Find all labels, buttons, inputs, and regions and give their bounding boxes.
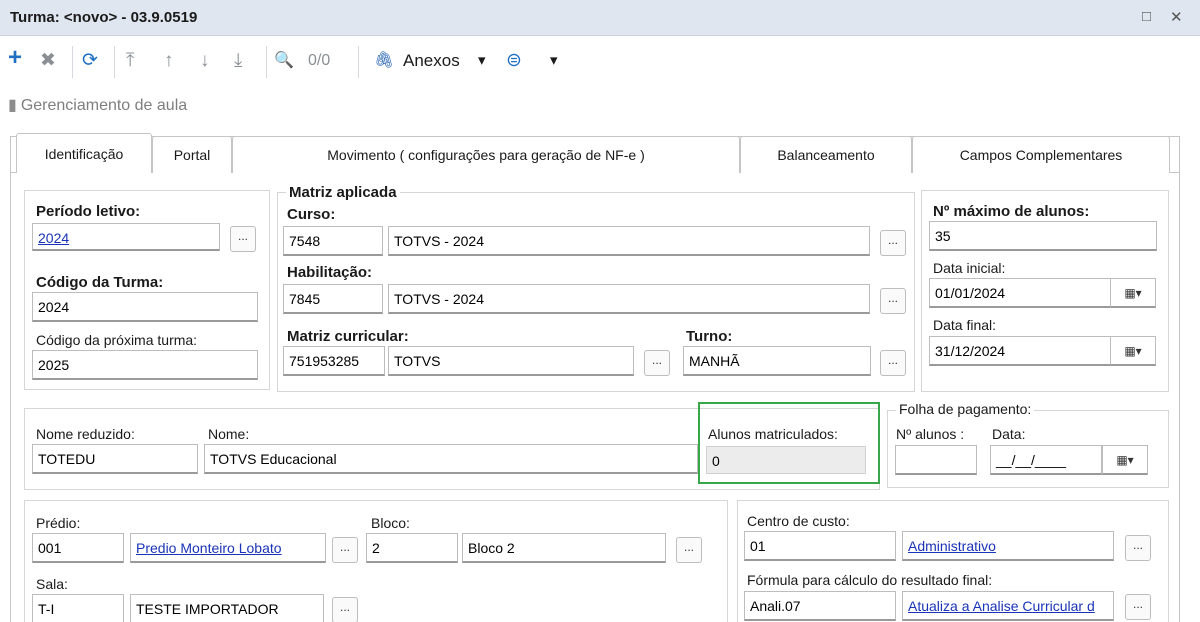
restore-button[interactable]: □: [1142, 8, 1151, 25]
turno-lookup-button[interactable]: ...: [880, 350, 906, 376]
sala-name-input[interactable]: TESTE IMPORTADOR: [130, 594, 324, 622]
curso-label: Curso:: [287, 206, 336, 223]
toolbar-separator: [114, 46, 115, 78]
curso-lookup-button[interactable]: ...: [880, 230, 906, 256]
proxima-turma-input[interactable]: 2025: [32, 350, 258, 380]
bloco-lookup-button[interactable]: ...: [676, 537, 702, 563]
folha-data-label: Data:: [992, 426, 1026, 442]
attachments-dropdown-icon[interactable]: ▾: [478, 50, 486, 72]
sala-label: Sala:: [36, 576, 68, 592]
matriz-lookup-button[interactable]: ...: [644, 350, 670, 376]
habilitacao-code-input[interactable]: 7845: [283, 284, 383, 314]
habilitacao-label: Habilitação:: [287, 264, 373, 281]
next-record-icon[interactable]: ↓: [200, 50, 210, 72]
periodo-input[interactable]: 2024: [32, 223, 220, 251]
nome-input[interactable]: TOTVS Educacional: [204, 444, 698, 474]
breadcrumb: ▮ Gerenciamento de aula: [8, 95, 187, 115]
matriz-legend: Matriz aplicada: [286, 184, 400, 201]
data-final-label: Data final:: [933, 317, 997, 333]
folha-alunos-input[interactable]: [895, 445, 977, 475]
data-inicial-label: Data inicial:: [933, 260, 1006, 276]
sala-code-input[interactable]: T-I: [32, 594, 124, 622]
folha-legend: Folha de pagamento:: [896, 401, 1035, 417]
matriz-curricular-label: Matriz curricular:: [287, 328, 409, 345]
nome-reduzido-input[interactable]: TOTEDU: [32, 444, 198, 474]
close-button[interactable]: ✕: [1170, 8, 1183, 26]
habilitacao-name-input[interactable]: TOTVS - 2024: [388, 284, 870, 314]
data-inicial-calendar-button[interactable]: ▦▾: [1110, 278, 1156, 308]
matriz-name-input[interactable]: TOTVS: [388, 346, 634, 376]
last-record-icon[interactable]: ⤓: [234, 50, 242, 72]
centro-custo-code-input[interactable]: 01: [744, 531, 896, 561]
curso-name-input[interactable]: TOTVS - 2024: [388, 226, 870, 256]
bloco-code-input[interactable]: 2: [366, 533, 458, 563]
class-icon: ▮: [8, 97, 17, 114]
previous-record-icon[interactable]: ↑: [164, 50, 174, 72]
data-inicial-input[interactable]: 01/01/2024: [929, 278, 1111, 308]
predio-lookup-button[interactable]: ...: [332, 537, 358, 563]
tab-campos-complementares[interactable]: Campos Complementares: [912, 136, 1170, 173]
nome-label: Nome:: [208, 426, 250, 442]
record-counter: 0/0: [308, 52, 331, 69]
tab-identificacao[interactable]: Identificação: [16, 133, 152, 173]
formula-name-link[interactable]: Atualiza a Analise Curricular d: [902, 591, 1114, 621]
codigo-turma-input[interactable]: 2024: [32, 292, 258, 322]
centro-custo-lookup-button[interactable]: ...: [1125, 535, 1151, 561]
process-dropdown-icon[interactable]: ▾: [550, 50, 558, 72]
predio-name-link[interactable]: Predio Monteiro Lobato: [130, 533, 326, 563]
tab-movimento[interactable]: Movimento ( configurações para geração d…: [232, 136, 740, 173]
process-icon[interactable]: ⊜: [506, 50, 522, 72]
folha-alunos-label: Nº alunos :: [896, 426, 965, 442]
alunos-matriculados-input: 0: [706, 446, 866, 474]
search-icon[interactable]: 🔍: [274, 50, 294, 72]
attachments-button[interactable]: Anexos: [403, 50, 460, 72]
centro-custo-label: Centro de custo:: [747, 513, 850, 529]
add-icon[interactable]: +: [8, 46, 22, 70]
formula-lookup-button[interactable]: ...: [1125, 594, 1151, 620]
curso-code-input[interactable]: 7548: [283, 226, 383, 256]
codigo-turma-label: Código da Turma:: [36, 274, 164, 291]
max-alunos-input[interactable]: 35: [929, 221, 1157, 251]
nome-reduzido-label: Nome reduzido:: [36, 426, 135, 442]
toolbar-separator: [266, 46, 267, 78]
predio-code-input[interactable]: 001: [32, 533, 124, 563]
tab-portal[interactable]: Portal: [152, 136, 232, 173]
toolbar: [0, 37, 1200, 91]
folha-data-input[interactable]: __/__/____: [990, 445, 1102, 475]
breadcrumb-label: Gerenciamento de aula: [20, 97, 188, 114]
toolbar-separator: [358, 46, 359, 78]
formula-code-input[interactable]: Anali.07: [744, 591, 896, 621]
max-alunos-label: Nº máximo de alunos:: [933, 203, 1090, 220]
formula-label: Fórmula para cálculo do resultado final:: [747, 572, 993, 588]
toolbar-separator: [72, 46, 73, 78]
sala-lookup-button[interactable]: ...: [332, 597, 358, 622]
turno-label: Turno:: [686, 328, 733, 345]
centro-custo-name-link[interactable]: Administrativo: [902, 531, 1114, 561]
matriz-code-input[interactable]: 751953285: [283, 346, 385, 376]
periodo-label: Período letivo:: [36, 203, 141, 220]
refresh-icon[interactable]: ⟳: [82, 50, 98, 72]
proxima-turma-label: Código da próxima turma:: [36, 332, 198, 348]
folha-data-calendar-button[interactable]: ▦▾: [1102, 445, 1148, 475]
turno-input[interactable]: MANHÃ: [683, 346, 871, 376]
first-record-icon[interactable]: ⤒: [126, 50, 134, 72]
bloco-label: Bloco:: [371, 515, 410, 531]
data-final-input[interactable]: 31/12/2024: [929, 336, 1111, 366]
window-title: Turma: <novo> - 03.9.0519: [10, 9, 198, 26]
delete-icon[interactable]: ✖: [40, 50, 56, 72]
habilitacao-lookup-button[interactable]: ...: [880, 288, 906, 314]
predio-label: Prédio:: [36, 515, 81, 531]
periodo-lookup-button[interactable]: ...: [230, 226, 256, 252]
alunos-matriculados-label: Alunos matriculados:: [708, 426, 838, 442]
bloco-name-input[interactable]: Bloco 2: [462, 533, 666, 563]
paperclip-icon: 🖇: [374, 52, 395, 69]
tab-balanceamento[interactable]: Balanceamento: [740, 136, 912, 173]
data-final-calendar-button[interactable]: ▦▾: [1110, 336, 1156, 366]
